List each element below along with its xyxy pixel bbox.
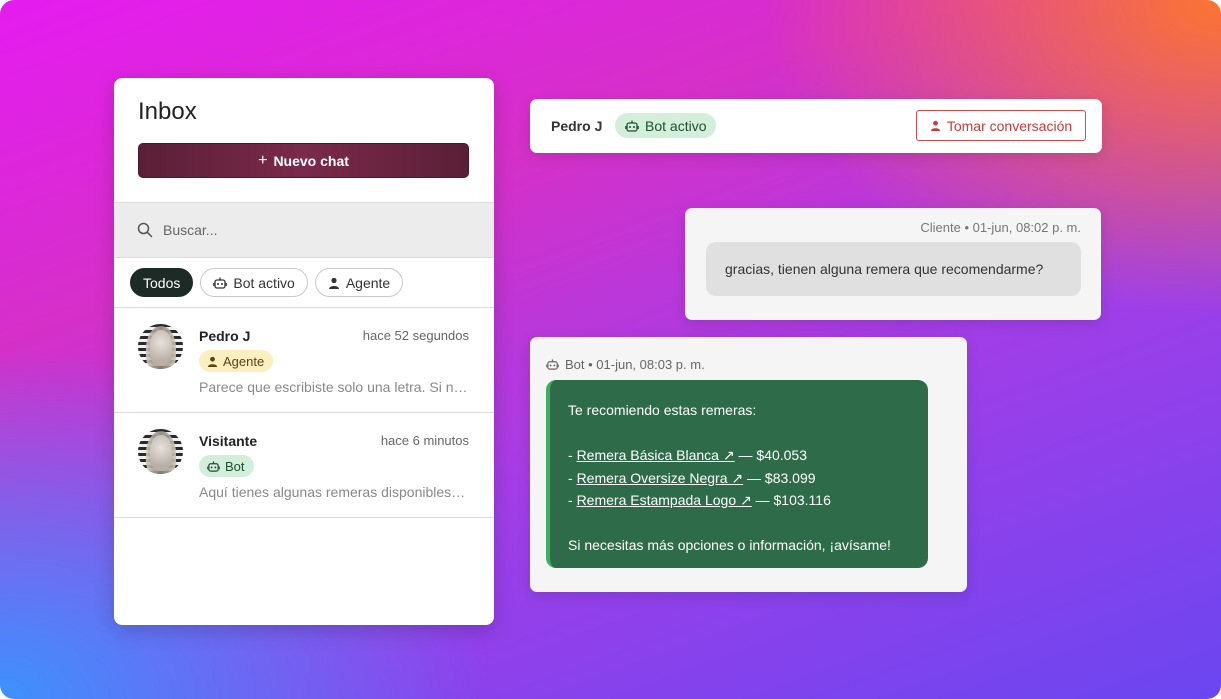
user-icon (207, 356, 218, 367)
product-price: — $83.099 (743, 469, 816, 486)
search-icon (137, 222, 153, 238)
status-badge-label: Agente (223, 353, 265, 369)
product-link[interactable]: Remera Oversize Negra ↗ (577, 470, 744, 486)
client-message: Cliente • 01-jun, 08:02 p. m. gracias, t… (685, 208, 1101, 320)
conversation-preview: Parece que escribiste solo una letra. Si… (199, 379, 469, 395)
message-intro: Te recomiendo estas remeras: (568, 402, 757, 418)
product-price: — $103.116 (751, 492, 831, 508)
robot-icon (207, 460, 220, 472)
product-line: - Remera Oversize Negra ↗ — $83.099 (568, 467, 928, 490)
conversation-item-visitante[interactable]: Visitante hace 6 minutos Bot Aquí tienes… (114, 413, 494, 518)
conversation-item-pedro[interactable]: Pedro J hace 52 segundos Agente Parece q… (114, 308, 494, 413)
new-chat-button[interactable]: + Nuevo chat (138, 143, 469, 178)
list-bullet: - (568, 469, 577, 486)
filter-chip-todos[interactable]: Todos (130, 268, 194, 297)
robot-icon (546, 359, 559, 370)
conversation-time: hace 6 minutos (380, 433, 469, 448)
product-price: — $40.053 (734, 447, 807, 463)
take-conversation-label: Tomar conversación (946, 117, 1073, 134)
status-badge: Bot (199, 455, 254, 477)
filter-chip-label: Agente (345, 274, 391, 291)
conversation-name: Visitante (199, 433, 258, 449)
bot-message: Bot • 01-jun, 08:03 p. m. Te recomiendo … (530, 337, 967, 592)
user-icon (328, 277, 339, 289)
product-line: - Remera Básica Blanca ↗ — $40.053 (568, 444, 928, 467)
avatar (138, 429, 183, 474)
inbox-title: Inbox (138, 98, 197, 125)
robot-icon (213, 277, 228, 289)
message-text: gracias, tienen alguna remera que recome… (725, 261, 1044, 277)
conversation-name: Pedro J (199, 328, 251, 344)
product-link[interactable]: Remera Básica Blanca ↗ (577, 447, 735, 463)
new-chat-label: Nuevo chat (273, 152, 349, 169)
list-bullet: - (568, 492, 577, 508)
user-icon (930, 120, 940, 131)
message-meta: Cliente • 01-jun, 08:02 p. m. (920, 220, 1081, 235)
search-bar (114, 202, 494, 258)
message-meta: Bot • 01-jun, 08:03 p. m. (546, 357, 705, 372)
inbox-panel: Inbox + Nuevo chat Todos Bot activo (114, 78, 494, 625)
status-badge-label: Bot (225, 458, 245, 474)
avatar (138, 324, 183, 369)
filter-chip-bot-activo[interactable]: Bot activo (200, 268, 308, 297)
search-input[interactable] (163, 222, 463, 238)
filter-chip-label: Todos (143, 274, 181, 291)
plus-icon: + (258, 151, 268, 169)
message-outro: Si necesitas más opciones o información,… (568, 537, 891, 553)
list-bullet: - (568, 447, 577, 463)
filter-chips: Todos Bot activo Agente (130, 268, 404, 297)
status-badge: Bot activo (615, 113, 717, 138)
robot-icon (625, 120, 639, 132)
status-badge-label: Bot activo (645, 117, 707, 134)
filter-chip-label: Bot activo (233, 274, 295, 291)
client-message-bubble: gracias, tienen alguna remera que recome… (706, 242, 1081, 296)
status-badge: Agente (199, 350, 274, 372)
take-conversation-button[interactable]: Tomar conversación (916, 110, 1086, 141)
message-meta-text: Bot • 01-jun, 08:03 p. m. (565, 357, 705, 372)
bot-message-bubble: Te recomiendo estas remeras: - Remera Bá… (546, 380, 928, 568)
product-link[interactable]: Remera Estampada Logo ↗ (577, 492, 752, 508)
product-line: - Remera Estampada Logo ↗ — $103.116 (568, 489, 928, 512)
filter-chip-agente[interactable]: Agente (314, 268, 404, 297)
chat-header: Pedro J Bot activo Tomar conversación (530, 99, 1102, 153)
conversation-preview: Aquí tienes algunas remeras disponibles … (199, 484, 469, 500)
conversation-time: hace 52 segundos (362, 328, 469, 343)
chat-contact-name: Pedro J (551, 118, 603, 134)
